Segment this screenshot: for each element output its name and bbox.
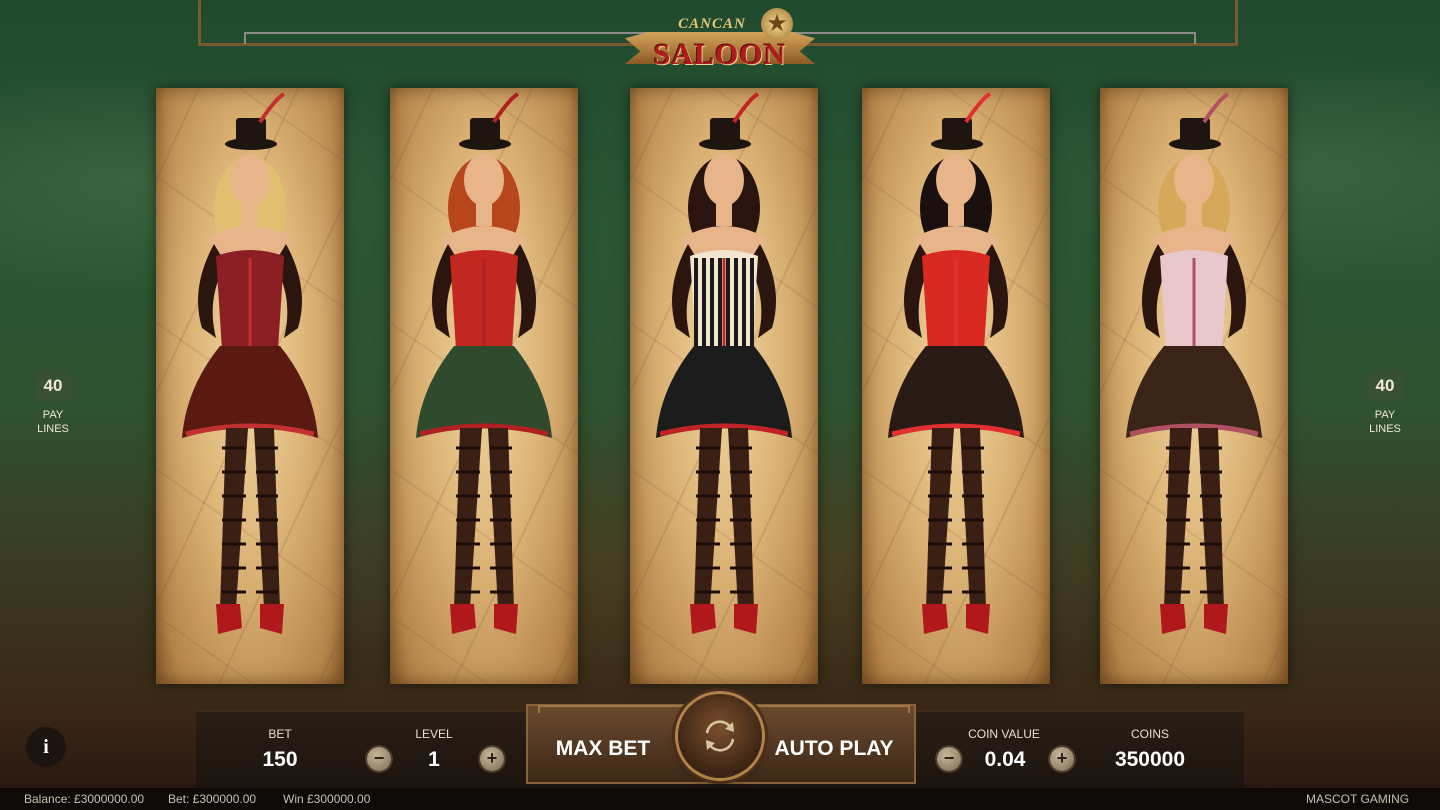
paylines-label-1: PAY <box>42 409 64 421</box>
status-bar: Balance: £3000000.00 Bet: £300000.00 Win… <box>0 788 1440 810</box>
coin-value: 0.04 <box>984 748 1026 771</box>
level-value: 1 <box>428 748 440 771</box>
dancer-symbol-3 <box>656 92 792 634</box>
max-bet-button[interactable]: MAX BET <box>533 737 673 761</box>
win-text: Win £300000.00 <box>283 792 371 806</box>
coins-value: 350000 <box>1114 748 1186 771</box>
coins-label: COINS <box>1130 727 1169 741</box>
paylines-right: 40 PAY LINES <box>1364 370 1406 444</box>
bet-value: 150 <box>262 748 298 771</box>
coin-value-plus-button[interactable]: + <box>1050 747 1074 771</box>
total-bet-text: Bet: £300000.00 <box>168 792 257 806</box>
auto-play-button[interactable]: AUTO PLAY <box>764 737 904 761</box>
game-logo: CANCAN ★ SALOON <box>625 4 815 76</box>
spin-arrows-icon <box>705 720 735 752</box>
reel-5 <box>1100 88 1288 684</box>
reel-4 <box>862 88 1050 684</box>
dancer-symbol-1 <box>182 92 318 634</box>
reel-3 <box>630 88 818 684</box>
reel-1 <box>156 88 344 684</box>
logo-cancan: CANCAN <box>678 16 746 32</box>
paylines-left: 40 PAY LINES <box>32 370 74 444</box>
coin-value-label: COIN VALUE <box>968 727 1040 741</box>
reel-2 <box>390 88 578 684</box>
bet-label: BET <box>268 727 292 741</box>
logo-saloon: SALOON <box>653 38 787 71</box>
paylines-count: 40 <box>1367 370 1403 402</box>
paylines-label-1: PAY <box>1374 409 1396 421</box>
level-plus-button[interactable]: + <box>480 747 504 771</box>
info-button[interactable]: i <box>26 727 66 767</box>
paylines-label-2: LINES <box>1369 423 1401 435</box>
paylines-count: 40 <box>35 370 71 402</box>
level-label: LEVEL <box>415 727 453 741</box>
dancer-symbol-2 <box>416 92 552 634</box>
brand-text: MASCOT GAMING <box>1306 792 1410 806</box>
spin-button[interactable] <box>678 694 762 778</box>
dancer-symbol-5 <box>1126 92 1262 634</box>
balance-text: Balance: £3000000.00 <box>24 792 145 806</box>
sheriff-star-icon: ★ <box>761 8 793 40</box>
dancer-symbol-4 <box>888 92 1024 634</box>
paylines-label-2: LINES <box>37 423 69 435</box>
